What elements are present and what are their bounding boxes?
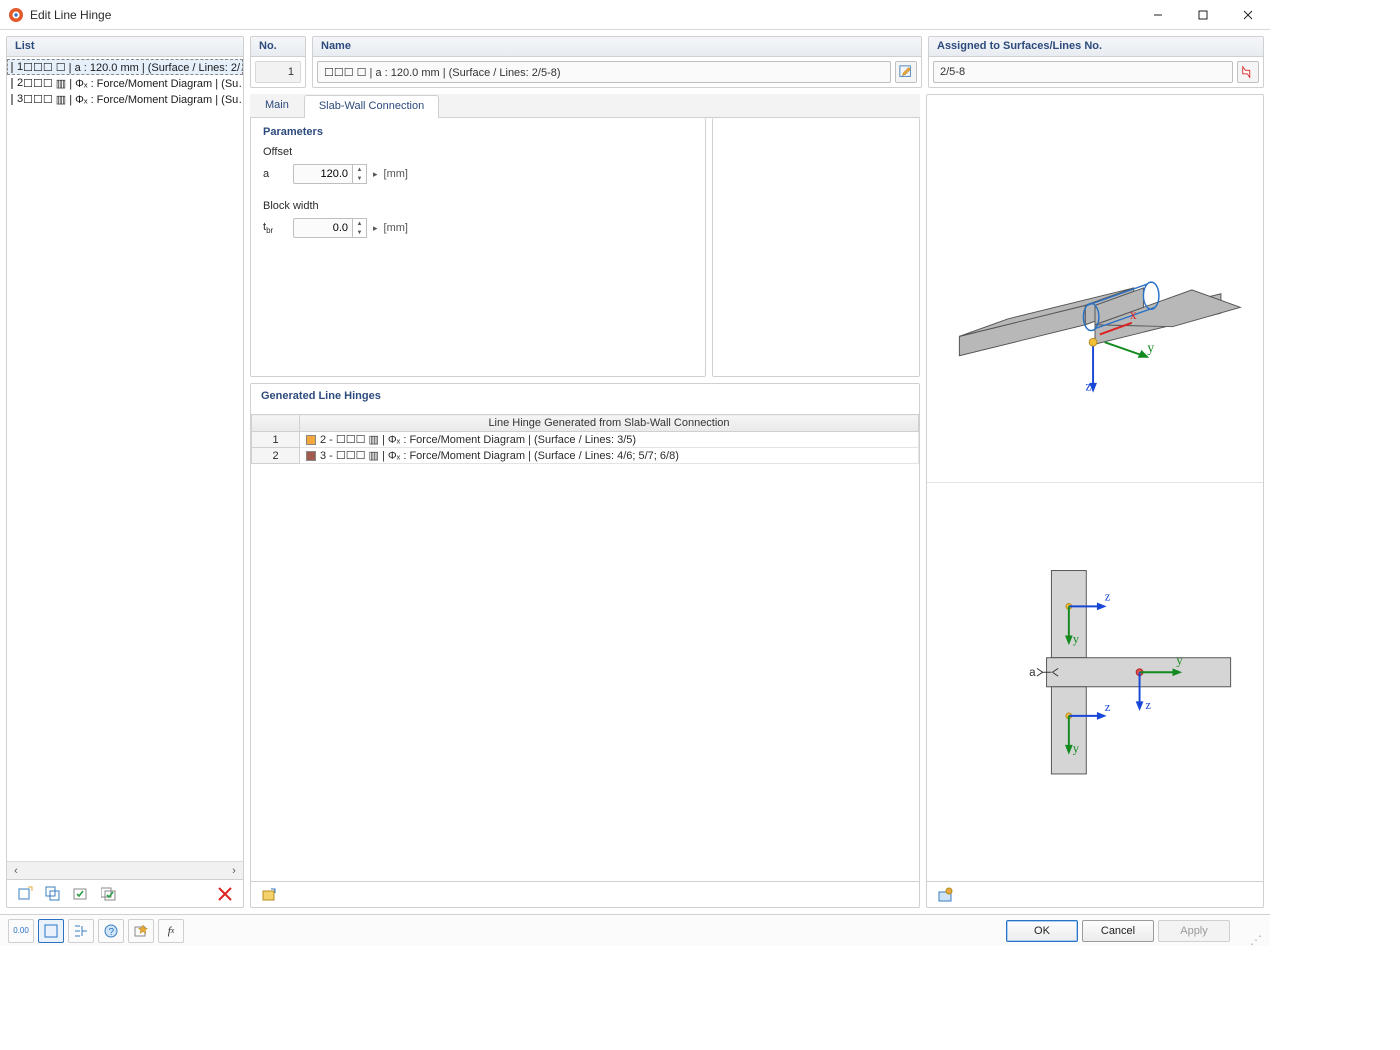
svg-text:z: z: [1145, 698, 1151, 712]
generated-col-header: Line Hinge Generated from Slab-Wall Conn…: [300, 415, 919, 432]
color-swatch-icon: [11, 62, 13, 73]
offset-step-icon[interactable]: ▸: [373, 169, 378, 180]
row-text: 2 - ☐☐☐ ▥ | Φₓ : Force/Moment Diagram | …: [300, 432, 919, 448]
delete-item-button[interactable]: [213, 883, 237, 905]
svg-text:x: x: [1130, 307, 1137, 322]
resize-grip-icon[interactable]: ⋰: [1250, 936, 1262, 944]
color-swatch-icon: [306, 451, 316, 461]
pick-surface-button[interactable]: [1237, 61, 1259, 83]
block-width-spinner[interactable]: ▲▼: [293, 218, 367, 238]
generated-table: Line Hinge Generated from Slab-Wall Conn…: [251, 414, 919, 464]
ok-button[interactable]: OK: [1006, 920, 1078, 942]
color-swatch-icon: [11, 94, 13, 105]
list-item[interactable]: 3☐☐☐ ▥ | Φₓ : Force/Moment Diagram | (Su…: [7, 91, 243, 107]
offset-unit: [mm]: [384, 168, 408, 180]
parameters-aux-panel: [712, 118, 920, 377]
generated-header: Generated Line Hinges: [251, 384, 919, 406]
list-panel: List 1☐☐☐ ☐ | a : 120.0 mm | (Surface / …: [6, 36, 244, 908]
svg-text:y: y: [1147, 340, 1154, 355]
svg-text:a: a: [1029, 666, 1036, 679]
copy-item-button[interactable]: [41, 883, 65, 905]
minimize-button[interactable]: [1135, 0, 1180, 29]
table-row[interactable]: 12 - ☐☐☐ ▥ | Φₓ : Force/Moment Diagram |…: [252, 432, 919, 448]
name-input[interactable]: [317, 61, 891, 83]
no-cell: No.: [250, 36, 306, 88]
preview-panel: z y x: [926, 94, 1264, 908]
offset-spinner[interactable]: ▲▼: [293, 164, 367, 184]
name-cell: Name: [312, 36, 922, 88]
offset-symbol: a: [263, 168, 287, 180]
check-all-button[interactable]: [97, 883, 121, 905]
view-2d-button[interactable]: [38, 919, 64, 943]
generated-hinges-panel: Generated Line Hinges Line Hinge Generat…: [250, 383, 920, 908]
parameters-header: Parameters: [263, 126, 693, 138]
block-width-step-icon[interactable]: ▸: [373, 223, 378, 234]
color-swatch-icon: [11, 78, 13, 89]
refresh-generated-button[interactable]: [257, 884, 281, 906]
apply-button[interactable]: Apply: [1158, 920, 1230, 942]
block-width-label: Block width: [263, 200, 693, 212]
help-button[interactable]: ?: [98, 919, 124, 943]
list-header: List: [7, 37, 243, 57]
close-button[interactable]: [1225, 0, 1270, 29]
assigned-cell: Assigned to Surfaces/Lines No.: [928, 36, 1264, 88]
assigned-input[interactable]: [933, 61, 1233, 83]
block-width-symbol: tbr: [263, 221, 287, 235]
window-title: Edit Line Hinge: [30, 8, 111, 22]
view-tree-button[interactable]: [68, 919, 94, 943]
list-item-text: ☐☐☐ ☐ | a : 120.0 mm | (Surface / Lines:…: [23, 61, 243, 74]
cancel-button[interactable]: Cancel: [1082, 920, 1154, 942]
block-width-input[interactable]: [293, 218, 353, 238]
tab-slab-wall[interactable]: Slab-Wall Connection: [304, 95, 439, 118]
edit-name-button[interactable]: [895, 61, 917, 83]
list-item-text: ☐☐☐ ▥ | Φₓ : Force/Moment Diagram | (Su…: [23, 77, 243, 90]
svg-text:?: ?: [109, 927, 115, 938]
check-item-button[interactable]: [69, 883, 93, 905]
svg-text:y: y: [1073, 632, 1080, 646]
list-horizontal-scrollbar[interactable]: ‹ ›: [7, 861, 243, 879]
tab-bar: Main Slab-Wall Connection: [250, 94, 920, 118]
svg-text:z: z: [1105, 589, 1111, 603]
units-button[interactable]: 0.00: [8, 919, 34, 943]
block-width-unit: [mm]: [384, 222, 408, 234]
preview-section: z y y z z y: [927, 489, 1263, 876]
row-text: 3 - ☐☐☐ ▥ | Φₓ : Force/Moment Diagram | …: [300, 448, 919, 464]
preview-3d: z y x: [927, 95, 1263, 483]
no-label: No.: [251, 37, 305, 57]
svg-text:z: z: [1085, 379, 1091, 394]
list-body: 1☐☐☐ ☐ | a : 120.0 mm | (Surface / Lines…: [7, 57, 243, 879]
tab-main[interactable]: Main: [250, 94, 304, 117]
preview-settings-button[interactable]: [933, 884, 957, 906]
list-item[interactable]: 2☐☐☐ ▥ | Φₓ : Force/Moment Diagram | (Su…: [7, 75, 243, 91]
name-label: Name: [313, 37, 921, 57]
svg-text:z: z: [1105, 700, 1111, 714]
parameters-panel: Parameters Offset a ▲▼ ▸ [mm] Block widt…: [250, 118, 706, 377]
row-index: 1: [252, 432, 300, 448]
assigned-label: Assigned to Surfaces/Lines No.: [929, 37, 1263, 57]
no-input[interactable]: [255, 61, 301, 83]
list-item[interactable]: 1☐☐☐ ☐ | a : 120.0 mm | (Surface / Lines…: [7, 59, 243, 75]
table-row[interactable]: 23 - ☐☐☐ ▥ | Φₓ : Force/Moment Diagram |…: [252, 448, 919, 464]
row-index: 2: [252, 448, 300, 464]
list-toolbar: [7, 879, 243, 907]
app-icon: [8, 7, 24, 23]
maximize-button[interactable]: [1180, 0, 1225, 29]
bottom-toolbar: 0.00 ? fx OK Cancel Apply ⋰: [0, 914, 1270, 946]
title-bar: Edit Line Hinge: [0, 0, 1270, 30]
offset-label: Offset: [263, 146, 693, 158]
new-item-button[interactable]: [13, 883, 37, 905]
list-item-text: ☐☐☐ ▥ | Φₓ : Force/Moment Diagram | (Su…: [23, 93, 243, 106]
favorite-button[interactable]: [128, 919, 154, 943]
color-swatch-icon: [306, 435, 316, 445]
svg-text:y: y: [1073, 741, 1080, 755]
script-button[interactable]: fx: [158, 919, 184, 943]
offset-input[interactable]: [293, 164, 353, 184]
svg-text:y: y: [1176, 653, 1183, 667]
